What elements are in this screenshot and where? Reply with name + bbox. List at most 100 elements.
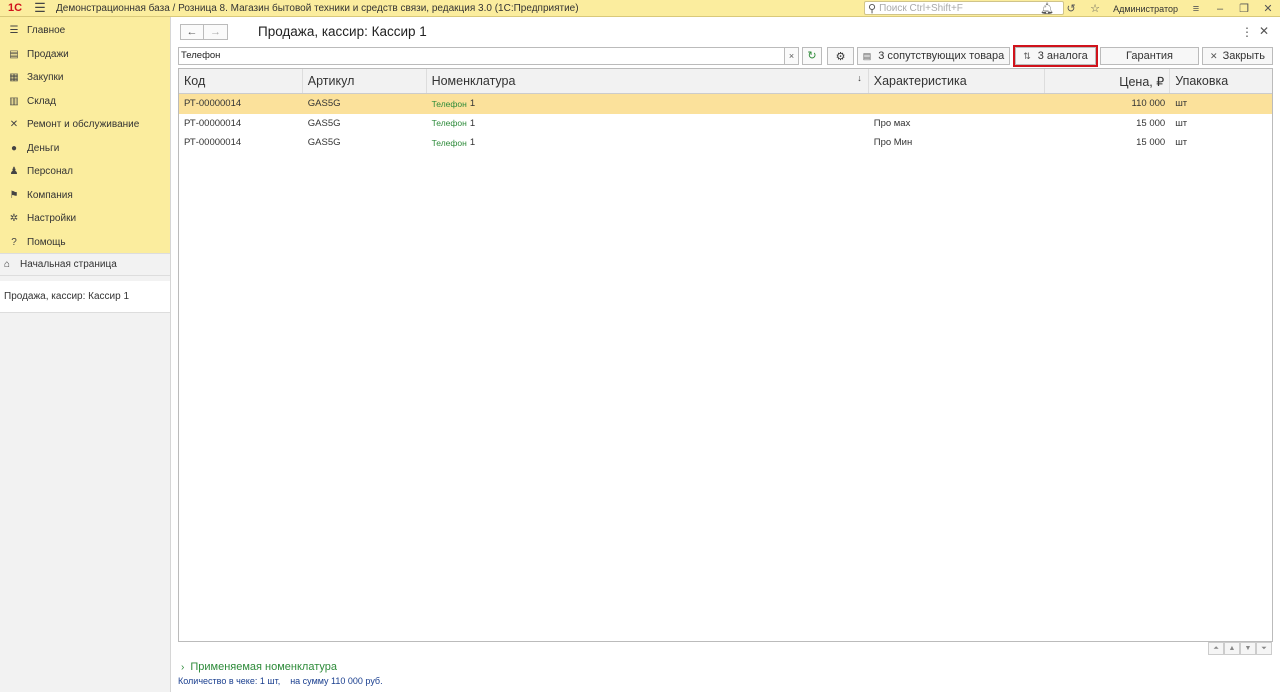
analogs-label: 3 аналога xyxy=(1037,50,1088,62)
clear-search-button[interactable]: × xyxy=(785,47,799,65)
main-menu-icon[interactable]: ☰ xyxy=(30,0,50,16)
star-icon[interactable]: ☆ xyxy=(1083,2,1107,15)
related-goods-label: 3 сопутствующих товара xyxy=(878,50,1005,62)
cell-package: шт xyxy=(1175,137,1188,149)
sidebar-item-label: Ремонт и обслуживание xyxy=(27,119,140,131)
scroll-down-button[interactable]: ▼ xyxy=(1240,642,1256,655)
refresh-icon: ↻ xyxy=(807,50,817,62)
home-icon: ⌂ xyxy=(4,259,11,270)
nomenclature-link[interactable]: Телефон xyxy=(432,118,467,128)
flag-icon: ⚑ xyxy=(9,189,19,201)
sidebar-item-main[interactable]: ☰ Главное xyxy=(0,19,170,43)
refresh-button[interactable]: ↻ xyxy=(802,47,822,65)
money-icon: ● xyxy=(10,142,18,154)
cell-package: шт xyxy=(1175,117,1188,129)
gear-icon: ⚙ xyxy=(835,50,846,63)
cell-article: GAS5G xyxy=(307,137,341,149)
sidebar-item-label: Закупки xyxy=(27,72,64,84)
search-icon: ⚲ xyxy=(868,2,877,15)
back-button[interactable]: ← xyxy=(180,24,204,40)
column-header-package[interactable]: Упаковка xyxy=(1170,69,1272,93)
sidebar-item-label: Настройки xyxy=(27,213,77,225)
sales-icon: ▤ xyxy=(9,48,19,60)
sidebar-item-help[interactable]: ? Помощь xyxy=(0,231,170,255)
column-header-article[interactable]: Артикул xyxy=(303,69,427,93)
history-icon[interactable]: ↺ xyxy=(1059,2,1083,15)
cell-nomenclature[interactable]: Телефон 1 xyxy=(427,133,869,153)
table-row[interactable]: РТ-00000014 GAS5G Телефон 1 Про Мин 15 00… xyxy=(179,133,1272,153)
column-header-price[interactable]: Цена, ₽ xyxy=(1045,69,1171,93)
cell-nomenclature[interactable]: Телефон 1 xyxy=(427,94,869,114)
receipt-status: Количество в чеке: 1 шт, на сумму 110 00… xyxy=(178,676,383,686)
warehouse-icon: ▥ xyxy=(9,95,19,107)
cell-code: РТ-00000014 xyxy=(184,117,242,129)
column-header-label: Номенклатура xyxy=(431,74,516,88)
sidebar-item-label: Помощь xyxy=(27,236,66,248)
nomenclature-number: 1 xyxy=(469,117,476,129)
cell-article: GAS5G xyxy=(307,98,341,110)
restore-icon[interactable]: ❐ xyxy=(1232,2,1256,15)
search-placeholder: Поиск Ctrl+Shift+F xyxy=(879,2,963,14)
scroll-up-button[interactable]: ▲ xyxy=(1224,642,1240,655)
title-bar: 1С ☰ Демонстрационная база / Розница 8. … xyxy=(0,0,1280,17)
close-button[interactable]: ✕ Закрыть xyxy=(1202,47,1273,65)
app-title: Демонстрационная база / Розница 8. Магаз… xyxy=(56,2,579,14)
purchases-icon: ▦ xyxy=(9,72,19,84)
forward-button[interactable]: → xyxy=(204,24,228,40)
cell-article: GAS5G xyxy=(307,117,341,129)
column-header-nomenclature[interactable]: Номенклатура ↓ xyxy=(427,69,869,93)
cell-nomenclature[interactable]: Телефон 1 xyxy=(427,114,869,134)
sidebar-item-warehouse[interactable]: ▥ Склад xyxy=(0,90,170,114)
cell-code: РТ-00000014 xyxy=(184,137,242,149)
analogs-button[interactable]: ⇅ 3 аналога xyxy=(1013,45,1098,67)
column-header-code[interactable]: Код xyxy=(179,69,303,93)
chevron-right-icon: › xyxy=(181,661,185,673)
table-header: Код Артикул Номенклатура ↓ Характеристик… xyxy=(179,69,1272,94)
section-panel: ☰ Главное ▤ Продажи ▦ Закупки ▥ Склад ✕ Ремон… xyxy=(0,17,170,253)
table-row[interactable]: РТ-00000014 GAS5G Телефон 1 Про мах 15 00… xyxy=(179,114,1272,134)
bell-icon[interactable]: 🔔︎ xyxy=(1035,2,1059,15)
clipboard-icon: ▤ xyxy=(862,50,872,61)
close-label: Закрыть xyxy=(1222,50,1265,62)
global-search-input[interactable]: ⚲ Поиск Ctrl+Shift+F xyxy=(864,1,1064,15)
table-row[interactable]: РТ-00000014 GAS5G Телефон 1 110 000 шт xyxy=(179,94,1272,114)
page-title: Продажа, кассир: Кассир 1 xyxy=(258,24,427,39)
sidebar-item-label: Деньги xyxy=(27,142,60,154)
open-window-item[interactable]: Продажа, кассир: Кассир 1 xyxy=(0,281,170,313)
sidebar-item-label: Компания xyxy=(27,189,73,201)
sidebar-item-repair[interactable]: ✕ Ремонт и обслуживание xyxy=(0,113,170,137)
close-window-icon[interactable]: ✕ xyxy=(1256,2,1280,15)
column-header-characteristic[interactable]: Характеристика xyxy=(869,69,1046,93)
settings-menu-icon[interactable]: ≡ xyxy=(1184,3,1208,15)
related-goods-button[interactable]: ▤ 3 сопутствующих товара xyxy=(857,47,1010,65)
sidebar-item-label: Склад xyxy=(27,95,56,107)
more-actions-icon[interactable]: ⋮ xyxy=(1241,25,1253,39)
sidebar-item-money[interactable]: ● Деньги xyxy=(0,137,170,161)
nomenclature-link[interactable]: Телефон xyxy=(432,138,467,148)
nomenclature-link[interactable]: Телефон xyxy=(432,99,467,109)
cell-price: 15 000 xyxy=(1136,137,1166,149)
sidebar-item-label: Персонал xyxy=(27,166,73,178)
scroll-top-button[interactable]: ⏶ xyxy=(1208,642,1224,655)
user-name[interactable]: Администратор xyxy=(1107,4,1184,14)
sidebar-item-settings[interactable]: ✲ Настройки xyxy=(0,207,170,231)
search-input[interactable]: Телефон xyxy=(178,47,785,65)
sidebar-item-purchases[interactable]: ▦ Закупки xyxy=(0,66,170,90)
close-form-icon[interactable]: ✕ xyxy=(1259,24,1269,38)
home-page-label: Начальная страница xyxy=(20,259,117,270)
home-page-link[interactable]: ⌂ Начальная страница xyxy=(0,253,170,276)
cell-characteristic: Про мах xyxy=(873,117,911,129)
arrow-left-icon: ← xyxy=(186,26,198,38)
warranty-button[interactable]: Гарантия xyxy=(1100,47,1199,65)
scroll-bottom-button[interactable]: ⏷ xyxy=(1256,642,1272,655)
minimize-icon[interactable]: – xyxy=(1208,3,1232,15)
nomenclature-number: 1 xyxy=(469,137,476,149)
sidebar-item-staff[interactable]: ♟ Персонал xyxy=(0,160,170,184)
sidebar-item-sales[interactable]: ▤ Продажи xyxy=(0,43,170,67)
help-icon: ? xyxy=(11,236,17,248)
swap-icon: ⇅ xyxy=(1023,50,1031,61)
settings-button[interactable]: ⚙ xyxy=(827,47,854,65)
warranty-label: Гарантия xyxy=(1126,50,1173,62)
applied-nomenclature-group[interactable]: › Применяемая номенклатура xyxy=(181,661,337,673)
sidebar-item-company[interactable]: ⚑ Компания xyxy=(0,184,170,208)
